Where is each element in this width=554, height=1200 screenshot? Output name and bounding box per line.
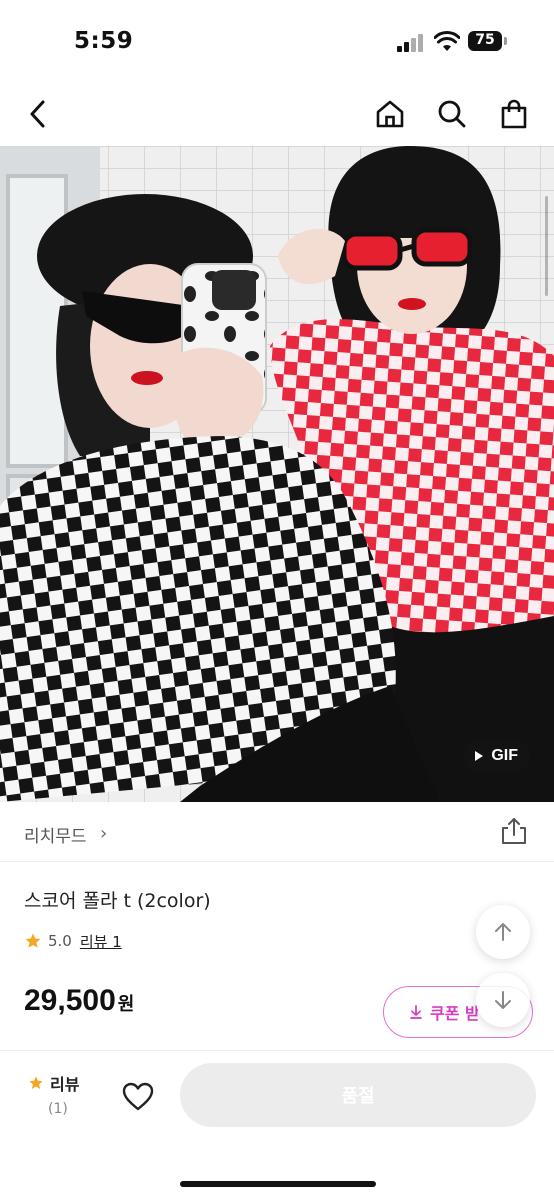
scroll-top-button[interactable] (476, 905, 530, 959)
gif-badge-label: GIF (491, 747, 518, 764)
bottom-action-bar: 리뷰 (1) 품절 (0, 1050, 554, 1200)
coupon-label: 쿠폰 받 (430, 1004, 480, 1023)
status-bar: 5:59 75 (0, 0, 554, 84)
battery-level: 75 (475, 32, 495, 48)
cellular-signal-icon (397, 34, 427, 52)
rating-score: 5.0 (48, 932, 72, 950)
product-name: 스코어 폴라 t (2color) (24, 890, 211, 912)
play-icon (475, 751, 484, 761)
share-icon[interactable] (499, 816, 529, 846)
product-image[interactable]: GIF (0, 146, 554, 802)
top-navigation (0, 84, 554, 146)
heart-icon[interactable] (120, 1079, 156, 1115)
arrow-down-icon (495, 991, 511, 1009)
currency: 원 (117, 994, 135, 1015)
soldout-button[interactable]: 품절 (180, 1063, 536, 1127)
shopping-bag-icon (501, 99, 527, 129)
review-tab-label: 리뷰 (50, 1075, 80, 1094)
download-icon (410, 1005, 422, 1019)
price-row: 29,500 원 (24, 984, 134, 1018)
search-button[interactable] (432, 94, 472, 134)
home-indicator (180, 1181, 376, 1187)
home-button[interactable] (370, 94, 410, 134)
wifi-icon (434, 31, 460, 51)
arrow-up-icon (495, 923, 511, 941)
brand-row[interactable]: 리치무드 › (0, 802, 554, 862)
rating-row: 5.0 리뷰 1 (24, 929, 122, 953)
gif-badge[interactable]: GIF (463, 740, 530, 772)
star-icon (25, 933, 41, 948)
review-link[interactable]: 리뷰 1 (80, 931, 122, 952)
review-tab[interactable]: 리뷰 (1) (28, 1071, 98, 1117)
brand-name[interactable]: 리치무드 (24, 822, 87, 847)
review-tab-count: (1) (48, 1101, 68, 1117)
back-button[interactable] (18, 94, 58, 134)
product-photo (0, 146, 554, 802)
search-icon (438, 100, 466, 128)
chevron-right-icon: › (100, 823, 108, 844)
cart-button[interactable] (494, 94, 534, 134)
star-icon (29, 1076, 43, 1089)
home-icon (376, 100, 404, 128)
scroll-bottom-button[interactable] (476, 973, 530, 1027)
chevron-left-icon (30, 100, 45, 128)
status-time: 5:59 (74, 28, 134, 54)
image-scroll-indicator (545, 196, 548, 296)
price: 29,500 (24, 984, 116, 1017)
soldout-label: 품절 (341, 1086, 375, 1107)
battery-icon: 75 (468, 31, 508, 51)
